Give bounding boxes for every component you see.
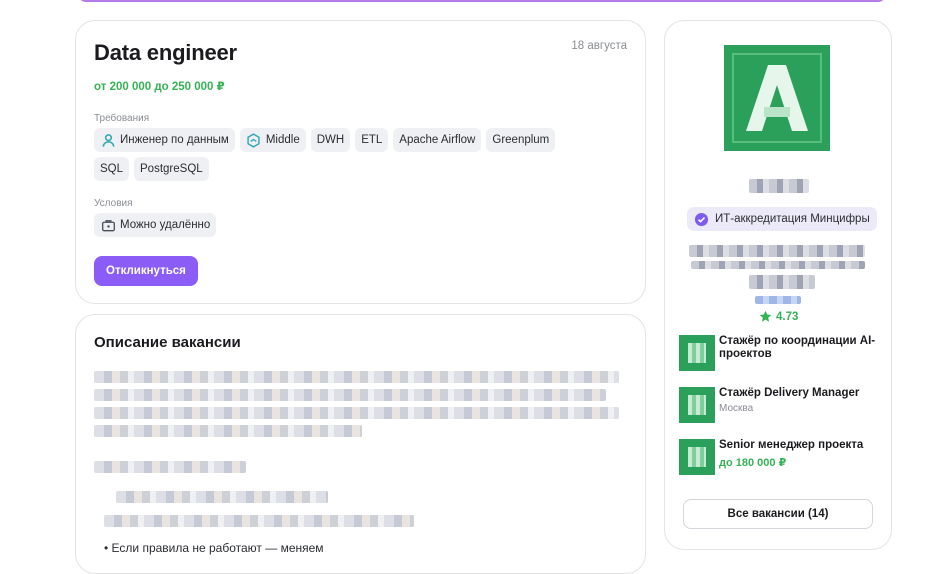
- tag-skill[interactable]: Apache Airflow: [393, 128, 482, 152]
- vacancy-company-logo: [679, 387, 715, 423]
- person-icon: [100, 132, 116, 148]
- rating-value: 4.73: [776, 310, 799, 323]
- description-card: Описание вакансии • Если правила не рабо…: [75, 314, 646, 574]
- apply-button[interactable]: Откликнуться: [94, 256, 198, 286]
- company-rating: 4.73: [759, 310, 798, 323]
- blurred-text-line: [94, 461, 246, 473]
- tag-specialization[interactable]: Инженер по данным: [94, 128, 235, 152]
- tag-label: Инженер по данным: [120, 134, 229, 146]
- blurred-text-line: [94, 371, 619, 383]
- vacancy-salary: от 200 000 до 250 000 ₽: [94, 81, 225, 93]
- vacancy-company-logo: [679, 439, 715, 475]
- company-name-blurred: [749, 179, 809, 193]
- accreditation-badge: ИТ-аккредитация Минцифры: [687, 207, 877, 231]
- related-vacancy-title: Стажёр Delivery Manager: [719, 387, 860, 399]
- rating-source-blurred: [755, 296, 801, 304]
- vacancy-title: Data engineer: [94, 40, 237, 65]
- company-logo[interactable]: [724, 45, 830, 151]
- vacancy-date: 18 августа: [571, 40, 627, 52]
- blurred-text-line: [94, 425, 362, 437]
- vacancy-company-logo: [679, 335, 715, 371]
- star-icon: [759, 310, 772, 323]
- tag-level[interactable]: Middle: [239, 128, 306, 152]
- conditions-label: Условия: [94, 198, 133, 209]
- tag-label: Можно удалённо: [120, 219, 211, 231]
- company-card: ИТ-аккредитация Минцифры 4.73 Стажёр по …: [664, 20, 892, 550]
- company-info-blurred: [749, 275, 815, 289]
- related-vacancy-salary: до 180 000 ₽: [719, 457, 787, 469]
- related-vacancy[interactable]: Senior менеджер проекта до 180 000 ₽: [679, 439, 879, 475]
- accreditation-label: ИТ-аккредитация Минцифры: [715, 213, 870, 225]
- logo-a-icon: [724, 45, 830, 151]
- blurred-text-line: [94, 407, 619, 419]
- conditions-tags: Можно удалённо: [94, 213, 217, 237]
- company-info-blurred: [691, 261, 865, 269]
- verified-check-icon: [694, 212, 709, 227]
- related-vacancy-title: Стажёр по координации AI-проектов: [719, 335, 876, 360]
- related-vacancy[interactable]: Стажёр Delivery Manager Москва: [679, 387, 879, 423]
- hexagon-level-icon: [246, 132, 262, 148]
- requirements-label: Требования: [94, 113, 150, 124]
- tag-skill[interactable]: PostgreSQL: [134, 157, 209, 181]
- tag-skill[interactable]: DWH: [310, 128, 351, 152]
- tag-skill[interactable]: ETL: [355, 128, 389, 152]
- all-vacancies-button[interactable]: Все вакансии (14): [683, 499, 873, 529]
- company-info-blurred: [689, 245, 865, 257]
- tag-skill[interactable]: Greenplum: [486, 128, 556, 152]
- blurred-text-line: [94, 389, 606, 401]
- briefcase-icon: [100, 217, 116, 233]
- blurred-text-line: [104, 515, 414, 527]
- tag-remote[interactable]: Можно удалённо: [94, 213, 217, 237]
- blurred-text-line: [116, 491, 328, 503]
- tag-skill[interactable]: SQL: [94, 157, 130, 181]
- vacancy-card: Data engineer 18 августа от 200 000 до 2…: [75, 20, 646, 304]
- related-vacancy[interactable]: Стажёр по координации AI-проектов: [679, 335, 879, 371]
- requirements-tags: Инженер по данным Middle DWH ETL Apache …: [94, 128, 594, 181]
- related-vacancy-location: Москва: [719, 403, 754, 414]
- top-accent-bar: [78, 0, 886, 2]
- related-vacancy-title: Senior менеджер проекта: [719, 439, 864, 451]
- description-title: Описание вакансии: [94, 334, 241, 351]
- description-bullet: • Если правила не работают — меняем: [104, 541, 324, 555]
- tag-label: Middle: [265, 134, 300, 146]
